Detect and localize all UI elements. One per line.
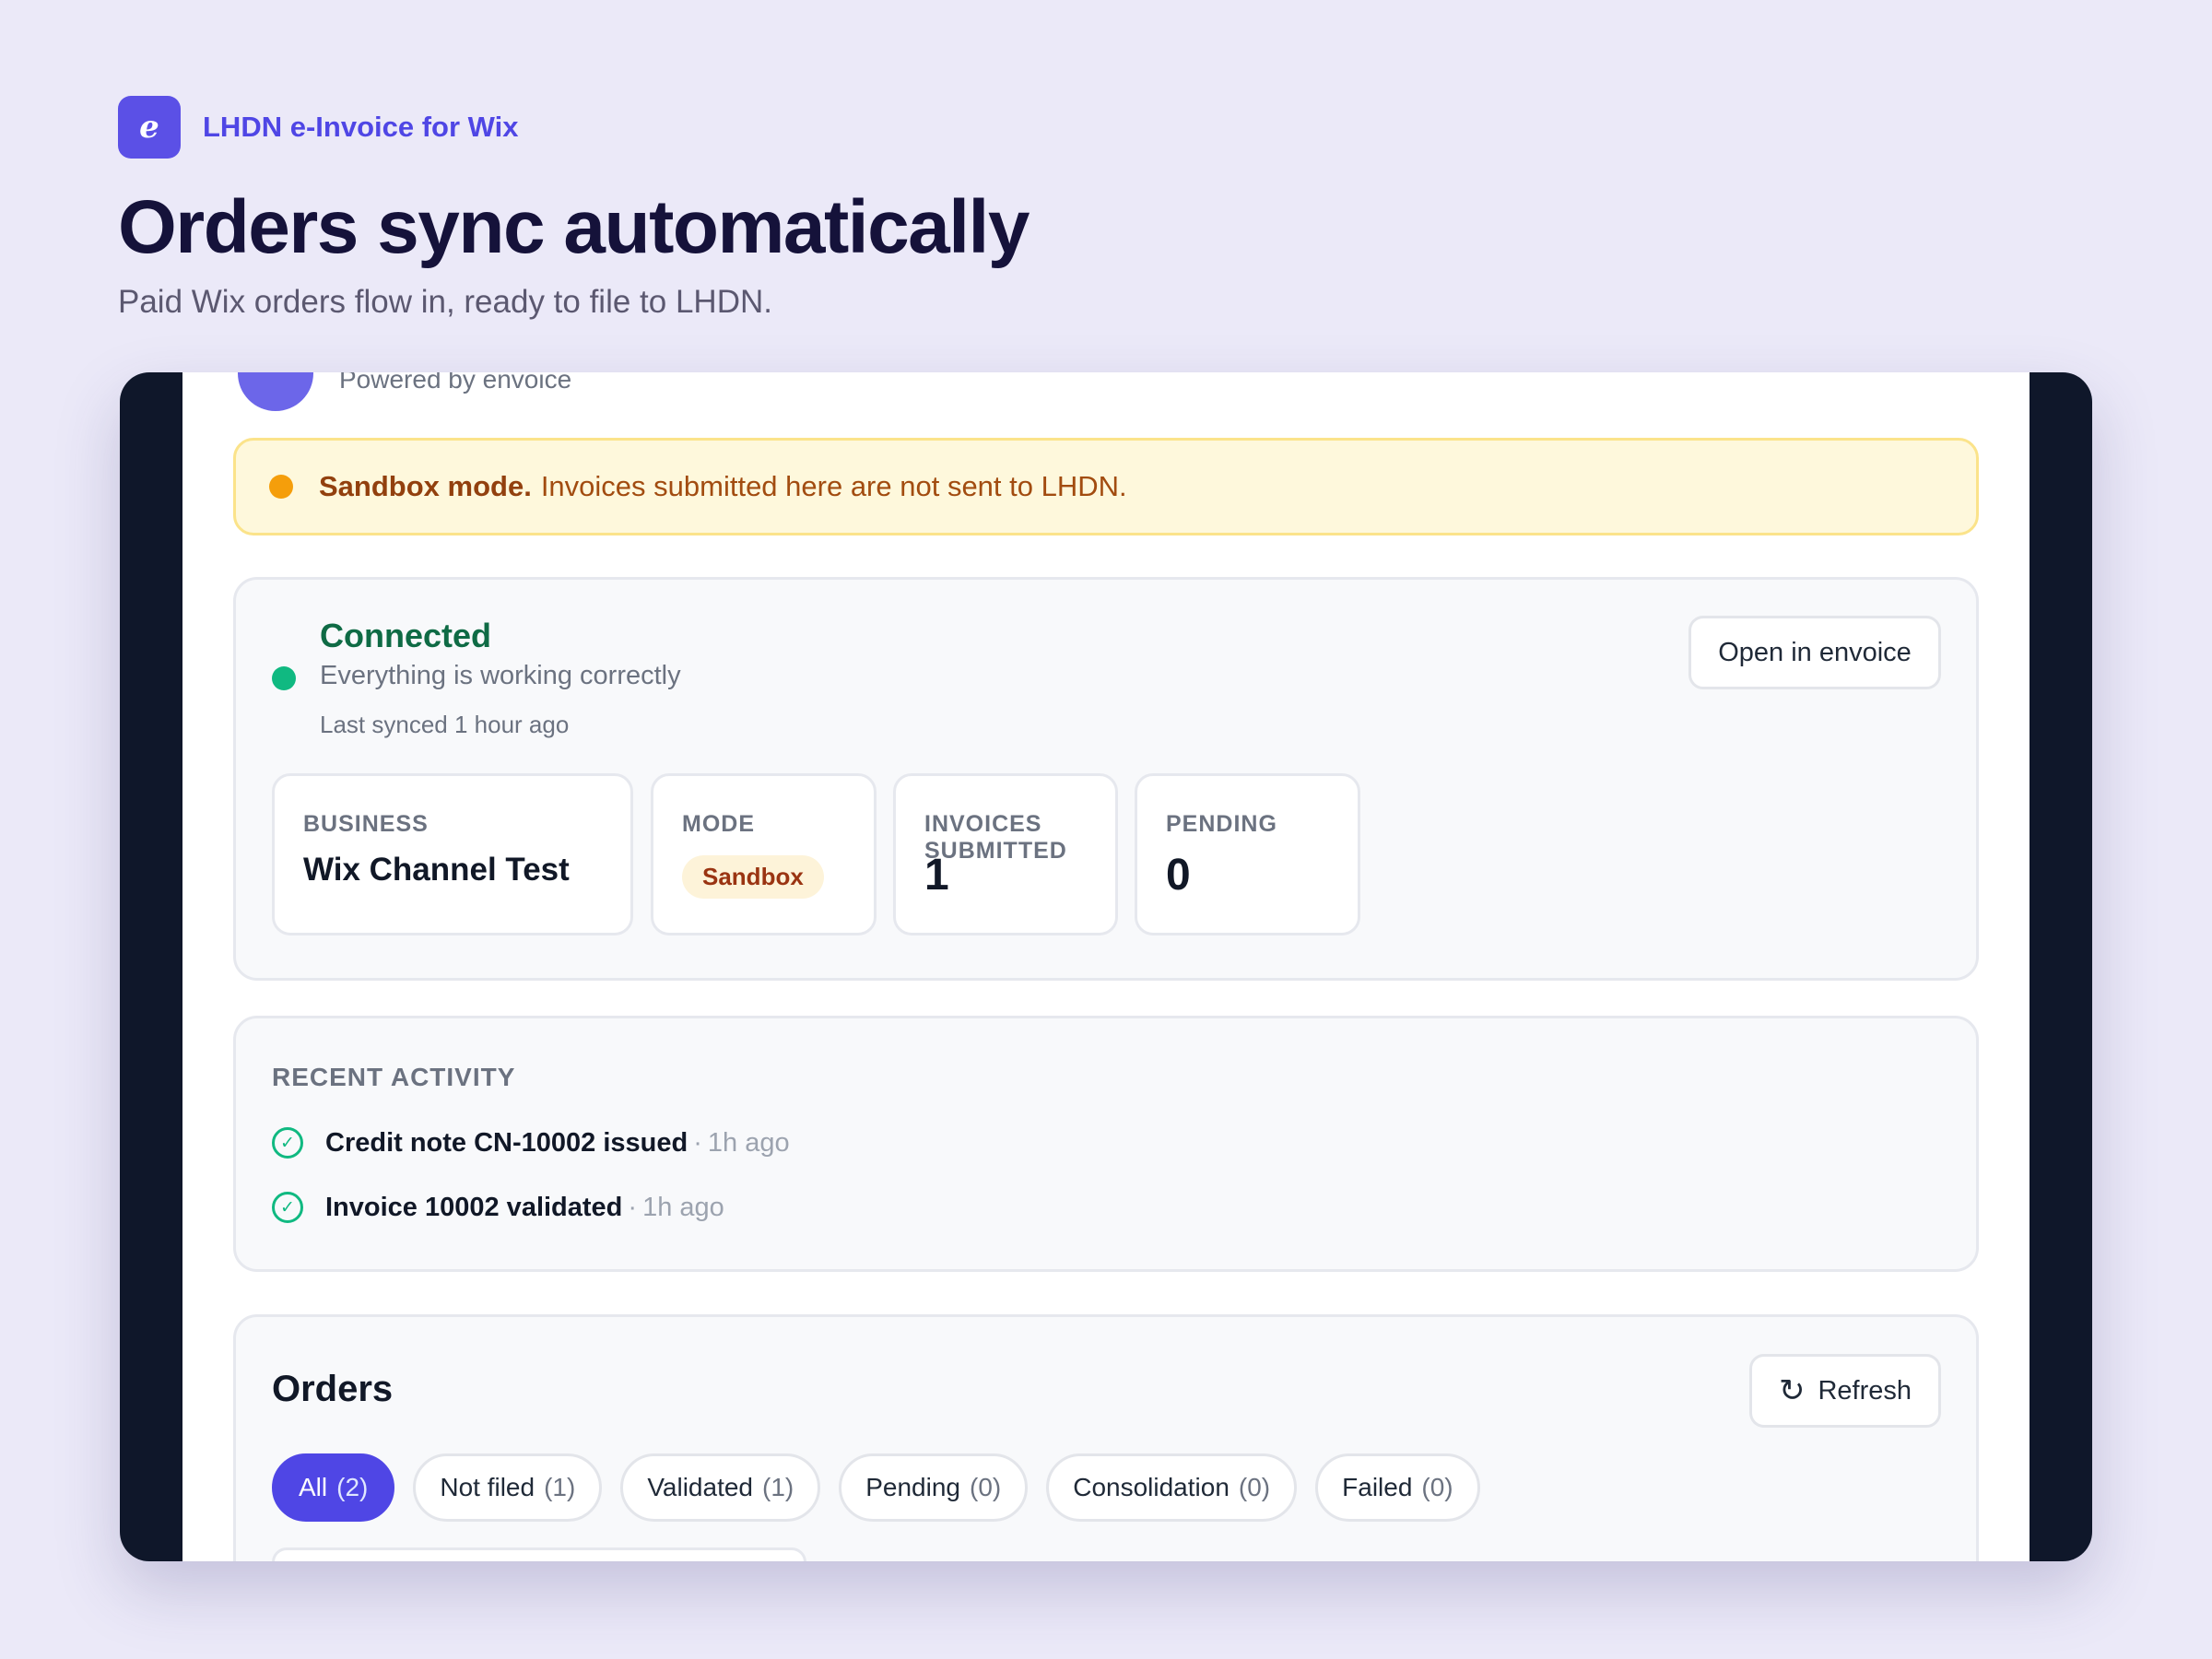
hero-title: Orders sync automatically — [118, 185, 1030, 269]
tile-label: PENDING — [1166, 811, 1277, 837]
search-input[interactable] — [272, 1547, 806, 1561]
filter-validated[interactable]: Validated (1) — [620, 1453, 821, 1522]
connection-message: Everything is working correctly — [320, 661, 681, 690]
filter-failed[interactable]: Failed (0) — [1315, 1453, 1480, 1522]
last-synced: Last synced 1 hour ago — [320, 711, 570, 738]
activity-item: ✓ Invoice 10002 validated · 1h ago — [272, 1192, 724, 1223]
filter-count: (1) — [544, 1473, 576, 1501]
refresh-icon: ↻ — [1778, 1373, 1806, 1408]
hero-subtitle: Paid Wix orders flow in, ready to file t… — [118, 284, 772, 320]
device-frame: Powered by envoice Sandbox mode. Invoice… — [120, 372, 2092, 1561]
tile-label: MODE — [682, 811, 755, 837]
filter-count: (2) — [336, 1473, 369, 1501]
brand: e LHDN e-Invoice for Wix — [118, 96, 518, 159]
pending-count: 0 — [1166, 851, 1191, 900]
status-dot-icon — [272, 666, 296, 690]
filter-count: (1) — [762, 1473, 794, 1501]
check-circle-icon: ✓ — [272, 1127, 303, 1159]
sandbox-banner: Sandbox mode. Invoices submitted here ar… — [233, 438, 1979, 535]
envoice-logo-icon — [238, 372, 313, 411]
app-screen: Powered by envoice Sandbox mode. Invoice… — [182, 372, 2030, 1561]
mode-tile: MODE Sandbox — [651, 773, 877, 935]
business-name: Wix Channel Test — [303, 852, 570, 888]
business-tile: BUSINESS Wix Channel Test — [272, 773, 633, 935]
invoices-submitted-tile: INVOICES SUBMITTED 1 — [893, 773, 1118, 935]
check-circle-icon: ✓ — [272, 1192, 303, 1223]
filter-consolidation[interactable]: Consolidation (0) — [1046, 1453, 1298, 1522]
filter-count: (0) — [970, 1473, 1002, 1501]
brand-logo-icon: e — [118, 96, 181, 159]
activity-text: Credit note CN-10002 issued — [325, 1127, 688, 1158]
filter-pending[interactable]: Pending (0) — [839, 1453, 1029, 1522]
powered-by: Powered by envoice — [339, 372, 572, 394]
filter-label: Consolidation — [1073, 1473, 1230, 1501]
filter-label: Not filed — [440, 1473, 535, 1501]
refresh-button[interactable]: ↻ Refresh — [1749, 1354, 1941, 1428]
activity-time: 1h ago — [707, 1127, 790, 1158]
orders-card: Orders ↻ Refresh All (2) Not filed (1) V… — [233, 1314, 1979, 1561]
connection-status: Connected — [320, 617, 492, 654]
filter-label: Validated — [647, 1473, 753, 1501]
tile-label: BUSINESS — [303, 811, 429, 837]
open-in-envoice-button[interactable]: Open in envoice — [1688, 616, 1941, 689]
filter-label: Failed — [1342, 1473, 1413, 1501]
refresh-label: Refresh — [1818, 1375, 1912, 1406]
filter-label: All — [299, 1473, 328, 1501]
filter-count: (0) — [1421, 1473, 1453, 1501]
filter-not-filed[interactable]: Not filed (1) — [413, 1453, 603, 1522]
orders-title: Orders — [272, 1369, 394, 1409]
activity-text: Invoice 10002 validated — [325, 1192, 623, 1222]
activity-time: 1h ago — [642, 1192, 724, 1222]
activity-separator: · — [693, 1127, 702, 1158]
banner-text: Invoices submitted here are not sent to … — [540, 470, 1127, 502]
connection-card: Connected Everything is working correctl… — [233, 577, 1979, 981]
tile-label: INVOICES SUBMITTED — [924, 811, 1067, 864]
warning-dot-icon — [269, 475, 293, 499]
pending-tile: PENDING 0 — [1135, 773, 1360, 935]
recent-activity-card: RECENT ACTIVITY ✓ Credit note CN-10002 i… — [233, 1016, 1979, 1272]
brand-name: LHDN e-Invoice for Wix — [203, 111, 519, 143]
filter-all[interactable]: All (2) — [272, 1453, 395, 1522]
banner-title: Sandbox mode. — [319, 470, 532, 502]
mode-badge: Sandbox — [682, 855, 824, 899]
invoices-submitted-count: 1 — [924, 851, 949, 900]
activity-separator: · — [628, 1192, 638, 1222]
filter-count: (0) — [1238, 1473, 1271, 1501]
recent-activity-label: RECENT ACTIVITY — [272, 1063, 516, 1091]
filter-label: Pending — [865, 1473, 960, 1501]
order-filters: All (2) Not filed (1) Validated (1) Pend… — [272, 1453, 1499, 1522]
activity-item: ✓ Credit note CN-10002 issued · 1h ago — [272, 1127, 790, 1159]
